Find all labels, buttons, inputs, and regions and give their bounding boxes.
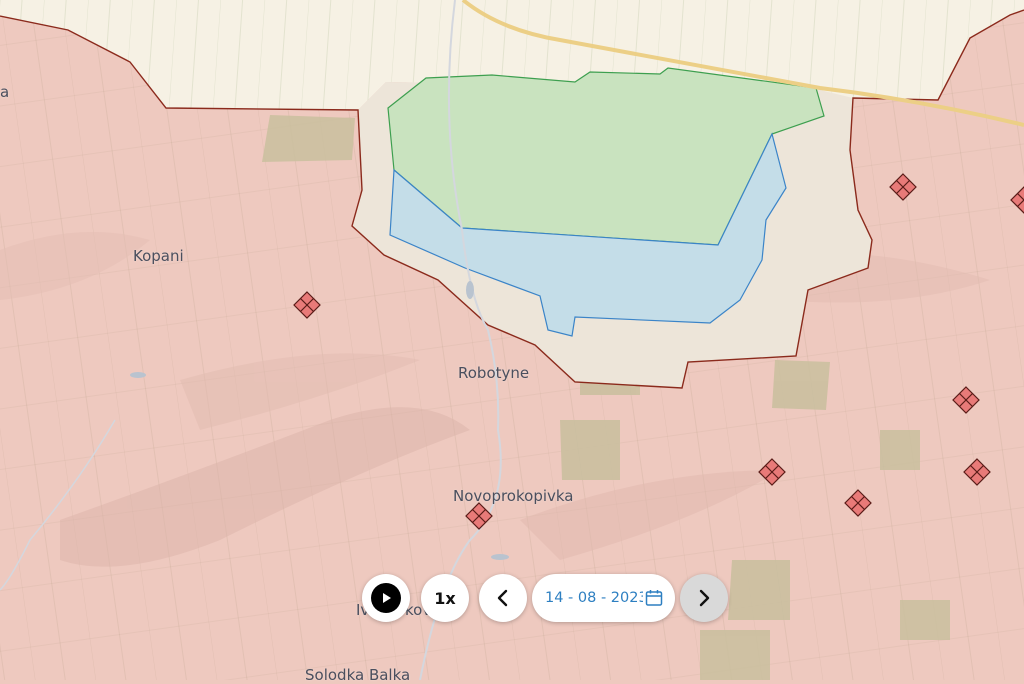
- calendar-icon[interactable]: [645, 589, 663, 607]
- place-label-solodka-balka: Solodka Balka: [305, 666, 410, 684]
- play-icon: [371, 583, 401, 613]
- place-label-edge: a: [0, 83, 9, 101]
- next-day-button[interactable]: [680, 574, 728, 622]
- pond: [491, 554, 509, 560]
- pond: [466, 281, 474, 299]
- speed-button[interactable]: 1x: [421, 574, 469, 622]
- place-label-kopani: Kopani: [133, 247, 184, 265]
- place-label-robotyne: Robotyne: [458, 364, 529, 382]
- chevron-left-icon: [493, 588, 513, 608]
- place-label-novoprokopivka: Novoprokopivka: [453, 487, 574, 505]
- date-picker[interactable]: 14 - 08 - 2023: [532, 574, 675, 622]
- pond: [130, 372, 146, 378]
- previous-day-button[interactable]: [479, 574, 527, 622]
- date-value: 14 - 08 - 2023: [545, 590, 643, 606]
- speed-label: 1x: [434, 589, 455, 608]
- play-button[interactable]: [362, 574, 410, 622]
- chevron-right-icon: [694, 588, 714, 608]
